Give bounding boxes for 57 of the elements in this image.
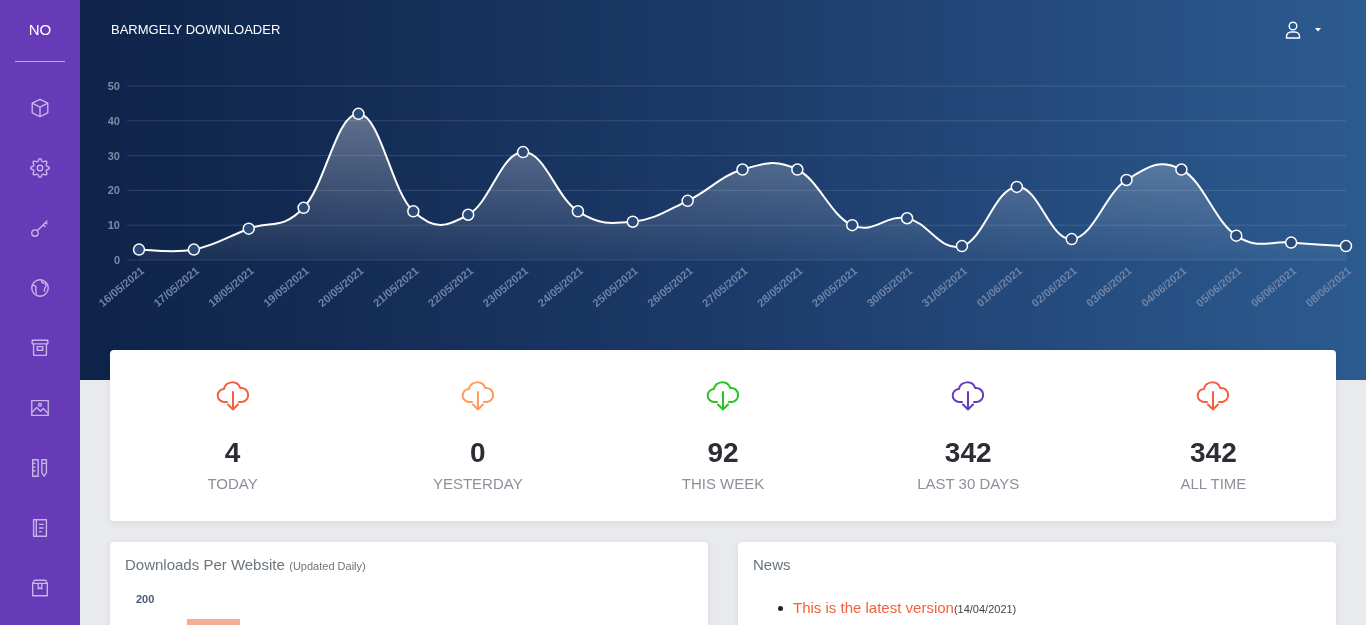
data-point [681, 194, 694, 208]
stat-label: TODAY [207, 475, 258, 493]
data-point [846, 218, 859, 232]
panel-subtitle: (Updated Daily) [289, 560, 366, 572]
data-point [132, 243, 146, 256]
y-axis-label: 20 [107, 184, 120, 197]
y-axis-label: 0 [113, 254, 120, 266]
stat-value: 342 [944, 437, 992, 469]
data-point [626, 215, 639, 228]
data-point [187, 243, 201, 256]
image-icon[interactable] [29, 397, 51, 419]
data-point [900, 212, 914, 225]
data-point [352, 107, 365, 121]
bullet-icon [778, 605, 783, 611]
data-point [407, 205, 420, 218]
globe-icon[interactable] [29, 277, 51, 299]
news-link[interactable]: This is the latest version [793, 599, 954, 616]
data-point [1284, 236, 1298, 249]
archive-icon[interactable] [29, 337, 51, 359]
y-axis-label: 30 [107, 149, 120, 162]
stat-value: 92 [707, 437, 739, 469]
data-point [791, 163, 804, 176]
data-point [516, 145, 530, 159]
data-point [297, 201, 310, 215]
data-point [1120, 173, 1133, 187]
stat-label: YESTERDAY [432, 475, 523, 493]
stat-value: 4 [224, 437, 241, 469]
data-point [1065, 232, 1078, 246]
data-point [736, 163, 749, 176]
app-title: BARMGELY DOWNLOADER [111, 22, 281, 38]
logo-text: NO [28, 21, 52, 39]
data-point [242, 222, 255, 235]
panel-title: Downloads Per Website [125, 556, 285, 573]
data-point [461, 208, 475, 221]
y-axis-label: 40 [107, 114, 120, 127]
news-date: (14/04/2021) [953, 603, 1017, 615]
stat-label: THIS WEEK [681, 475, 765, 493]
data-point [1339, 239, 1353, 253]
y-axis-label: 50 [107, 80, 120, 92]
stat-label: ALL TIME [1180, 475, 1247, 493]
data-point [571, 205, 585, 218]
gear-icon[interactable] [29, 157, 51, 179]
caret-icon [1315, 28, 1321, 32]
y-axis-label: 10 [107, 219, 120, 232]
user-menu-button[interactable] [1285, 21, 1321, 39]
stat-label: LAST 30 DAYS [917, 475, 1020, 493]
data-point [955, 239, 969, 253]
cube-icon[interactable] [29, 97, 51, 119]
stat-value: 0 [470, 437, 486, 469]
box-icon[interactable] [29, 577, 51, 599]
data-point [1175, 163, 1188, 176]
stat-value: 342 [1190, 437, 1237, 469]
user-icon [1285, 21, 1301, 39]
data-point [1010, 180, 1024, 194]
axis-label: 200 [136, 593, 155, 606]
data-point [1230, 229, 1243, 242]
panel-title: News [753, 556, 791, 573]
